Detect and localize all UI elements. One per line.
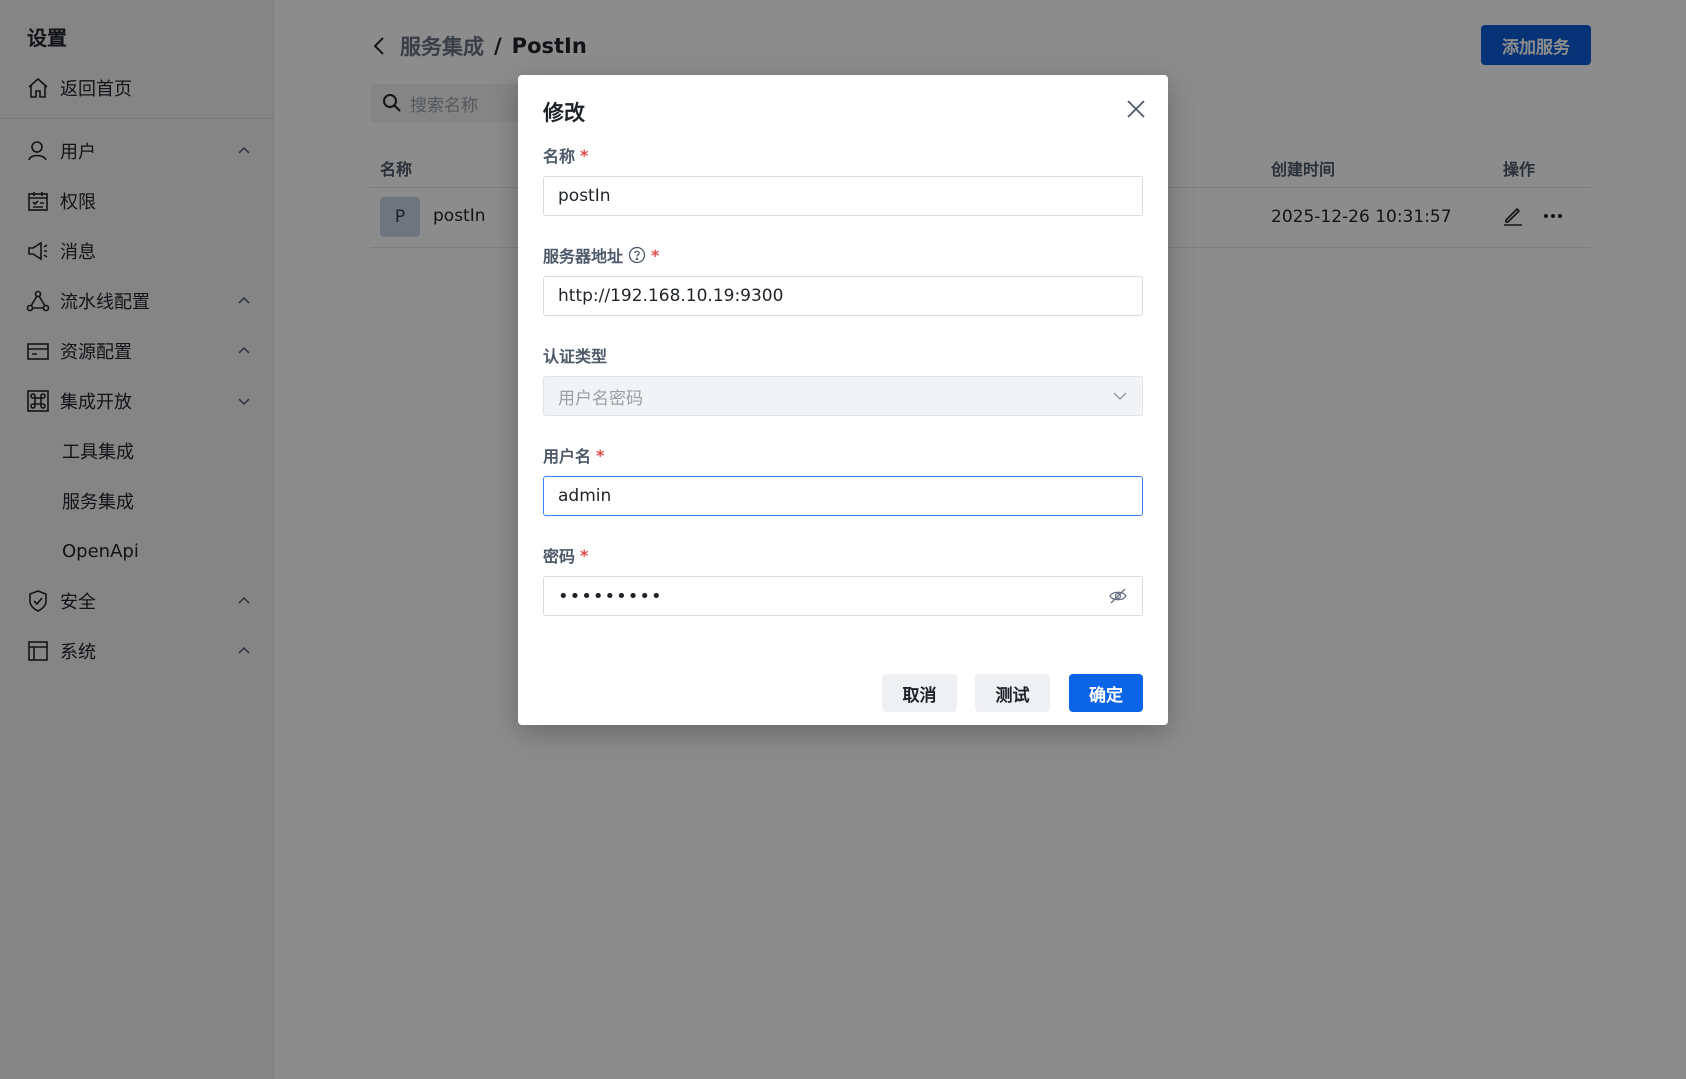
server-address-field[interactable]	[543, 276, 1143, 316]
server-address-label-text: 服务器地址	[543, 247, 624, 266]
password-field[interactable]: •••••••••	[543, 576, 1143, 616]
server-address-label: 服务器地址 *	[543, 243, 659, 267]
cancel-button[interactable]: 取消	[882, 674, 957, 712]
username-field[interactable]	[543, 476, 1143, 516]
help-icon[interactable]	[628, 246, 646, 264]
modal-title: 修改	[543, 101, 585, 125]
required-mark: *	[651, 245, 660, 265]
username-label-text: 用户名	[543, 447, 592, 466]
edit-modal: 修改 名称 * 服务器地址 * 认证类型 用户名密码 用户名 * 密码 * ••…	[518, 75, 1168, 725]
password-label: 密码 *	[543, 543, 588, 567]
chevron-down-icon	[1113, 392, 1127, 401]
auth-type-label-text: 认证类型	[543, 347, 608, 366]
test-button[interactable]: 测试	[975, 674, 1050, 712]
auth-type-value: 用户名密码	[558, 388, 643, 409]
password-label-text: 密码	[543, 547, 576, 566]
eye-off-icon[interactable]	[1108, 586, 1128, 606]
name-field[interactable]	[543, 176, 1143, 216]
auth-type-label: 认证类型	[543, 343, 607, 367]
username-label: 用户名 *	[543, 443, 604, 467]
password-value: •••••••••	[558, 585, 663, 607]
required-mark: *	[580, 145, 589, 165]
required-mark: *	[596, 445, 605, 465]
close-icon[interactable]	[1125, 98, 1147, 120]
confirm-button[interactable]: 确定	[1069, 674, 1143, 712]
required-mark: *	[580, 545, 589, 565]
auth-type-select[interactable]: 用户名密码	[543, 376, 1143, 416]
name-label: 名称 *	[543, 143, 588, 167]
name-label-text: 名称	[543, 147, 576, 166]
